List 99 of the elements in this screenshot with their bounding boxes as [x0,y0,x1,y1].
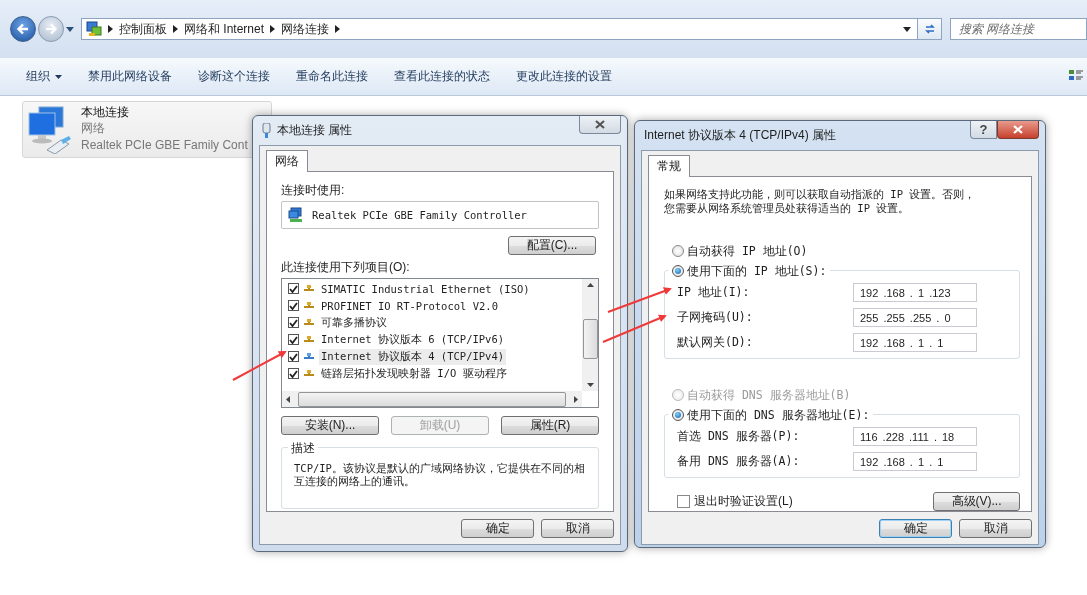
annotation-arrow [232,351,287,381]
search-field[interactable]: 搜索 网络连接 [950,18,1087,40]
ok-button[interactable]: 确定 [461,519,534,538]
ip-address-field[interactable]: 255 .255 .255 . 0 [853,308,977,327]
checkbox[interactable] [288,283,299,294]
field-label: IP 地址(I): [677,285,750,300]
cancel-button[interactable]: 取消 [541,519,614,538]
left-arrow-icon [286,395,290,403]
ok-button[interactable]: 确定 [879,519,952,538]
chevron-icon [108,25,113,33]
chevron-icon [335,25,341,33]
protocol-icon [303,335,315,344]
field-label: 连接时使用: [281,182,346,198]
list-item[interactable]: PROFINET IO RT-Protocol V2.0 [319,298,500,313]
tab[interactable]: 网络 [266,150,308,172]
ip-address-field[interactable]: 116 .228 .111 . 18 [853,427,977,446]
field-label: 备用 DNS 服务器(A): [677,454,800,469]
properties-button[interactable]: 属性(R) [501,416,599,435]
ip-address-field[interactable]: 192 .168 . 1 . 1 [853,333,977,352]
ip-address-field[interactable]: 192 .168 . 1 . 1 [853,452,977,471]
close-button[interactable] [579,116,621,134]
cancel-button[interactable]: 取消 [959,519,1032,538]
protocol-icon [303,352,315,361]
breadcrumb-item[interactable]: 控制面板 [119,20,167,38]
protocol-icon [303,284,315,293]
history-dropdown[interactable] [64,24,76,34]
list-item[interactable]: Internet 协议版本 4 (TCP/IPv4) [319,348,507,365]
caret-icon [55,74,62,79]
vertical-scrollbar[interactable] [582,279,598,391]
toolbar-button[interactable]: 禁用此网络设备 [82,64,178,89]
toolbar-button[interactable]: 更改此连接的设置 [510,64,618,89]
toolbar-button[interactable]: 重命名此连接 [290,64,374,89]
field-label: 首选 DNS 服务器(P): [677,429,800,444]
checkbox-label[interactable]: 退出时验证设置(L) [694,493,793,510]
back-button[interactable] [10,16,36,42]
install-button[interactable]: 安装(N)... [281,416,379,435]
toolbar-button[interactable]: 查看此连接的状态 [388,64,496,89]
connection-name: 本地连接 [81,104,130,120]
radio-button[interactable] [672,265,684,277]
description-text: TCP/IP。该协议是默认的广域网络协议，它提供在不同的相互连接的网络上的通讯。 [294,462,586,488]
back-arrow-icon [16,22,30,36]
close-icon [1013,125,1023,134]
checkbox[interactable] [288,300,299,311]
breadcrumb-item[interactable]: 网络连接 [281,20,330,38]
chevron-icon [270,25,276,33]
refresh-button[interactable] [918,18,942,40]
field-label: 子网掩码(U): [677,310,753,325]
address-bar[interactable]: 控制面板 网络和 Internet 网络连接 [81,18,918,40]
right-arrow-icon [574,395,578,403]
protocol-icon [303,318,315,327]
tab[interactable]: 常规 [648,155,690,177]
list-item[interactable]: 可靠多播协议 [319,314,389,331]
ip-address-field[interactable]: 192 .168 . 1 .123 [853,283,977,302]
group-label: 描述 [288,440,318,457]
breadcrumb-item[interactable]: 网络和 Internet [184,20,265,38]
connection-adapter: Realtek PCIe GBE Family Cont [81,137,248,154]
window-title: Internet 协议版本 4 (TCP/IPv4) 属性 [644,127,837,144]
chevron-icon [173,25,178,33]
list-item[interactable]: 链路层拓扑发现映射器 I/O 驱动程序 [319,365,509,382]
checkbox[interactable] [677,495,690,508]
protocol-icon [303,301,315,310]
checkbox[interactable] [288,368,299,379]
radio-button[interactable] [672,245,684,257]
control-panel-icon [86,21,102,37]
radio-button[interactable] [672,409,684,421]
connection-tile[interactable]: 本地连接 网络 Realtek PCIe GBE Family Cont [22,101,272,158]
adapter-name: Realtek PCIe GBE Family Controller [312,209,527,221]
down-arrow-icon [586,383,594,387]
view-icon [1069,69,1083,81]
annotation-arrow [602,314,667,343]
advanced-button[interactable]: 高级(V)... [933,492,1020,511]
caret-icon [66,26,74,32]
close-button[interactable] [997,121,1039,139]
list-item[interactable]: Internet 协议版本 6 (TCP/IPv6) [319,331,507,348]
field-label: 此连接使用下列项目(O): [281,259,411,275]
annotation-arrow [607,287,672,313]
network-adapter-icon [288,207,304,223]
up-arrow-icon [586,283,594,287]
close-icon [595,120,605,129]
toolbar-button[interactable]: 诊断这个连接 [192,64,276,89]
component-list[interactable]: SIMATIC Industrial Ethernet (ISO) PROFINET IO RT-Protocol V2.0 可靠多播协议 Internet 协议版本 6 (TCP/IPv6) Internet 协议版本 4 (TCP/IPv4) 链路层拓扑发现映射器 I/O 驱动程序 [281,278,599,408]
network-adapter-icon [262,122,271,139]
checkbox[interactable] [288,351,299,362]
protocol-icon [303,369,315,378]
dropdown-icon [903,26,911,32]
window-title: 本地连接 属性 [277,122,353,139]
forward-arrow-icon [44,22,58,36]
refresh-icon [922,22,937,36]
field-label: 默认网关(D): [677,335,753,350]
checkbox[interactable] [288,317,299,328]
radio-label[interactable]: 自动获得 IP 地址(O) [687,243,808,259]
checkbox[interactable] [288,334,299,345]
list-item[interactable]: SIMATIC Industrial Ethernet (ISO) [319,281,532,296]
help-button[interactable]: ? [970,121,997,139]
organize-menu[interactable]: 组织 [20,64,68,89]
intro-text: 如果网络支持此功能，则可以获取自动指派的 IP 设置。否则，您需要从网络系统管理员处获得适当的 IP 设置。 [664,187,977,215]
horizontal-scrollbar[interactable] [282,391,582,407]
configure-button[interactable]: 配置(C)... [508,236,596,255]
connection-network: 网络 [81,120,106,137]
